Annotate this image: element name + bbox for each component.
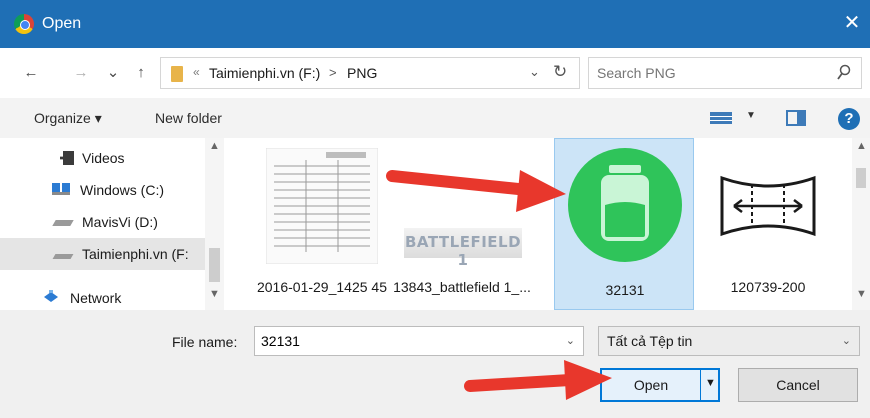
refresh-icon[interactable]: ↻ bbox=[553, 62, 567, 82]
windows-drive-icon bbox=[52, 183, 70, 195]
file-item-32131[interactable]: 32131 bbox=[554, 138, 694, 310]
address-dropdown-icon[interactable]: ⌄ bbox=[529, 64, 540, 80]
change-view-icon[interactable] bbox=[710, 112, 732, 124]
forward-button[interactable]: → bbox=[72, 62, 90, 84]
file-type-value: Tất cả Tệp tin bbox=[607, 333, 693, 349]
drive-icon bbox=[52, 220, 74, 226]
close-button[interactable]: ✕ bbox=[840, 10, 864, 36]
file-name-panel: File name: ⌄ Tất cả Tệp tin ⌄ Open ▼ Can… bbox=[0, 310, 870, 418]
breadcrumb-folder[interactable]: PNG bbox=[347, 65, 377, 81]
scroll-thumb[interactable] bbox=[209, 248, 220, 282]
video-folder-icon bbox=[60, 151, 74, 165]
file-name: 120739-200 bbox=[730, 279, 806, 295]
title-bar: Open ✕ bbox=[0, 0, 870, 48]
sidebar-item-label: Network bbox=[70, 290, 122, 306]
cancel-button[interactable]: Cancel bbox=[738, 368, 858, 402]
chevron-down-icon[interactable]: ⌄ bbox=[842, 334, 851, 347]
spreadsheet-thumbnail bbox=[266, 148, 378, 264]
back-button[interactable]: ← bbox=[22, 62, 40, 84]
file-name-combobox[interactable]: ⌄ bbox=[254, 326, 584, 356]
battlefield-thumbnail: BATTLEFIELD 1 bbox=[404, 228, 522, 269]
breadcrumb-drive[interactable]: Taimienphi.vn (F:) bbox=[209, 65, 320, 81]
split-divider bbox=[700, 370, 701, 400]
organize-button[interactable]: Organize ▾ bbox=[34, 110, 102, 127]
up-button[interactable]: ↑ bbox=[132, 62, 150, 84]
search-box[interactable] bbox=[588, 57, 862, 89]
search-input[interactable] bbox=[597, 63, 827, 83]
sidebar-item-videos[interactable]: Videos bbox=[0, 142, 205, 174]
recent-locations-button[interactable]: ⌄ bbox=[104, 62, 122, 84]
sidebar-item-label: Taimienphi.vn (F: bbox=[82, 246, 189, 262]
file-name-input[interactable] bbox=[261, 332, 551, 350]
breadcrumb-separator[interactable]: > bbox=[329, 65, 337, 80]
sidebar-item-taimienphi-f[interactable]: Taimienphi.vn (F: bbox=[0, 238, 205, 270]
scroll-up-icon[interactable]: ▲ bbox=[209, 140, 220, 152]
drive-icon bbox=[52, 254, 74, 259]
file-item-screenshot[interactable]: 2016-01-29_1425 45 bbox=[252, 138, 392, 310]
file-name: 2016-01-29_1425 45 bbox=[256, 279, 387, 295]
search-icon[interactable] bbox=[836, 64, 852, 82]
command-bar: Organize ▾ New folder ▼ ? bbox=[0, 98, 870, 138]
file-item-120739-200[interactable]: 120739-200 bbox=[698, 138, 838, 310]
file-name: 13843_battlefield 1_... bbox=[393, 279, 531, 295]
cancel-button-label: Cancel bbox=[776, 377, 820, 393]
battery-app-icon bbox=[568, 148, 682, 262]
new-folder-button[interactable]: New folder bbox=[155, 110, 222, 126]
file-type-filter[interactable]: Tất cả Tệp tin ⌄ bbox=[598, 326, 860, 356]
chrome-icon bbox=[14, 14, 34, 34]
address-bar[interactable]: « Taimienphi.vn (F:) > PNG ⌄ ↻ bbox=[160, 57, 580, 89]
file-item-battlefield[interactable]: BATTLEFIELD 1 13843_battlefield 1_... bbox=[392, 138, 532, 310]
open-button[interactable]: Open ▼ bbox=[600, 368, 720, 402]
file-list-scrollbar[interactable]: ▲ ▼ bbox=[852, 138, 870, 310]
battlefield-overlay-text: BATTLEFIELD 1 bbox=[404, 233, 522, 269]
navigation-pane: Videos Windows (C:) MavisVi (D:) Taimien… bbox=[0, 138, 224, 310]
scroll-up-icon[interactable]: ▲ bbox=[856, 140, 867, 152]
address-row: ← → ⌄ ↑ « Taimienphi.vn (F:) > PNG ⌄ ↻ bbox=[0, 48, 870, 98]
open-button-label: Open bbox=[633, 377, 669, 393]
folder-icon bbox=[171, 66, 183, 82]
sidebar-item-label: Windows (C:) bbox=[80, 182, 165, 198]
chevron-down-icon[interactable]: ⌄ bbox=[566, 334, 575, 347]
breadcrumb-overflow[interactable]: « bbox=[193, 65, 200, 79]
network-icon bbox=[44, 290, 58, 302]
sidebar-item-mavisvi-d[interactable]: MavisVi (D:) bbox=[0, 206, 205, 238]
file-list: 2016-01-29_1425 45 BATTLEFIELD 1 13843_b… bbox=[224, 138, 852, 310]
scroll-down-icon[interactable]: ▼ bbox=[856, 288, 867, 300]
open-options-arrow[interactable]: ▼ bbox=[705, 377, 716, 389]
view-options-arrow[interactable]: ▼ bbox=[746, 110, 756, 121]
navigation-scrollbar[interactable]: ▲ ▼ bbox=[205, 138, 224, 310]
stretch-icon bbox=[712, 148, 824, 264]
sidebar-item-windows-c[interactable]: Windows (C:) bbox=[0, 174, 205, 206]
file-name: 32131 bbox=[605, 282, 645, 298]
preview-pane-icon[interactable] bbox=[786, 110, 806, 126]
help-icon[interactable]: ? bbox=[838, 108, 860, 130]
sidebar-item-label: MavisVi (D:) bbox=[82, 214, 158, 230]
window-title: Open bbox=[42, 15, 82, 32]
sidebar-item-label: Videos bbox=[82, 150, 125, 166]
scroll-thumb[interactable] bbox=[856, 168, 866, 188]
file-name-label: File name: bbox=[172, 334, 238, 350]
scroll-down-icon[interactable]: ▼ bbox=[209, 288, 220, 300]
